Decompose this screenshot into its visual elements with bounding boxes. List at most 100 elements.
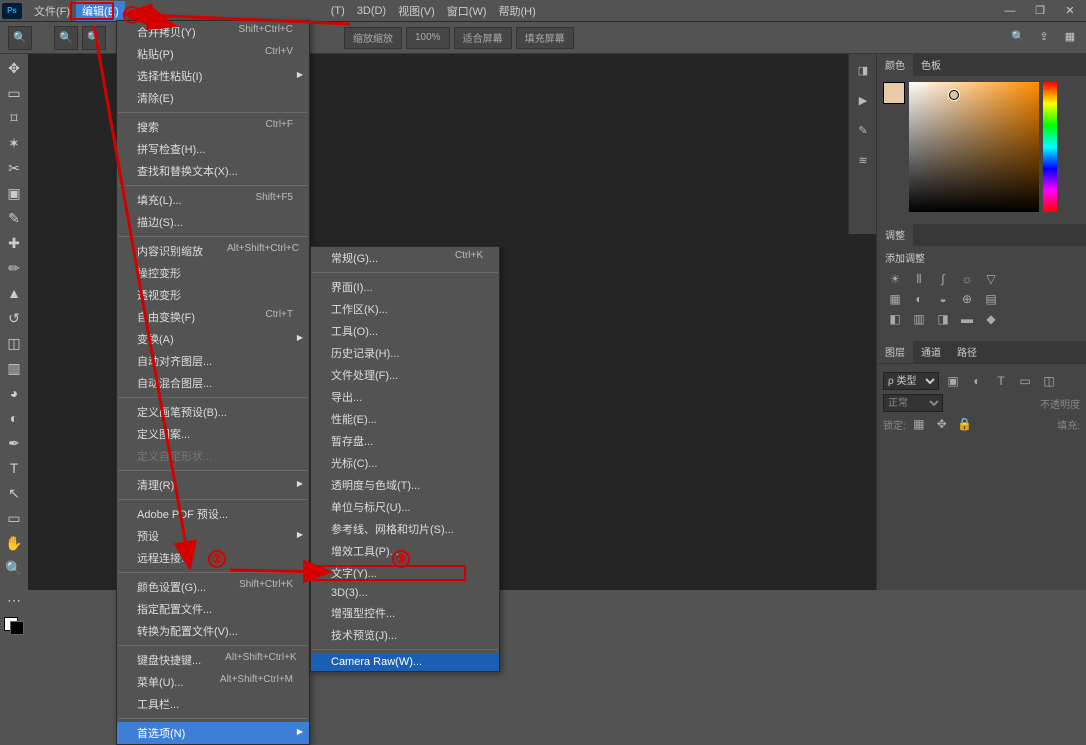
submenu-item[interactable]: 工具(O)...	[311, 320, 499, 342]
color-field[interactable]	[909, 82, 1039, 212]
posterize-icon[interactable]: ▥	[909, 311, 929, 327]
menu-item[interactable]: 拼写检查(H)...	[117, 138, 309, 160]
menu-item[interactable]: 预设	[117, 525, 309, 547]
menu-item[interactable]: 内容识别缩放Alt+Shift+Ctrl+C	[117, 240, 309, 262]
eyedropper-icon[interactable]: ✎	[2, 206, 26, 230]
submenu-item[interactable]: 性能(E)...	[311, 408, 499, 430]
zoom-tool-icon2[interactable]: 🔍	[2, 556, 26, 580]
tab-adjustments[interactable]: 调整	[877, 224, 913, 246]
menu-item[interactable]: 搜索Ctrl+F	[117, 116, 309, 138]
menu-item[interactable]: Adobe PDF 预设...	[117, 503, 309, 525]
menu-item[interactable]: 选择性粘贴(I)	[117, 65, 309, 87]
invert-icon[interactable]: ◧	[885, 311, 905, 327]
menu-view[interactable]: 视图(V)	[392, 1, 441, 21]
pen-tool-icon[interactable]: ✒	[2, 431, 26, 455]
menu-item[interactable]: 自由变换(F)Ctrl+T	[117, 306, 309, 328]
gradient-map-icon[interactable]: ▬	[957, 311, 977, 327]
brush-tool-icon[interactable]: ✏	[2, 256, 26, 280]
lock-pixels-icon[interactable]: ▦	[909, 416, 929, 432]
crop-tool-icon[interactable]: ✂	[2, 156, 26, 180]
menu-3d[interactable]: 3D(D)	[351, 3, 392, 19]
menu-item[interactable]: 查找和替换文本(X)...	[117, 160, 309, 182]
menu-item[interactable]: 首选项(N)	[117, 722, 309, 744]
menu-item[interactable]: 填充(L)...Shift+F5	[117, 189, 309, 211]
dodge-tool-icon[interactable]: ◐	[2, 406, 26, 430]
color-swatches[interactable]	[2, 613, 26, 641]
menu-item[interactable]: 键盘快捷键...Alt+Shift+Ctrl+K	[117, 649, 309, 671]
bw-icon[interactable]: ◐	[909, 291, 929, 307]
menu-item[interactable]: 透视变形	[117, 284, 309, 306]
edit-toolbar-icon[interactable]: ⋯	[2, 588, 26, 612]
menu-edit[interactable]: 编辑(E)	[76, 1, 125, 21]
path-tool-icon[interactable]: ↖	[2, 481, 26, 505]
menu-item[interactable]: 颜色设置(G)...Shift+Ctrl+K	[117, 576, 309, 598]
wand-tool-icon[interactable]: ✶	[2, 131, 26, 155]
zoom-in-icon[interactable]: 🔍	[54, 26, 78, 50]
heal-tool-icon[interactable]: ✚	[2, 231, 26, 255]
submenu-item[interactable]: 增效工具(P)...	[311, 540, 499, 562]
menu-type[interactable]: (T)	[325, 3, 351, 19]
menu-item[interactable]: 指定配置文件...	[117, 598, 309, 620]
tab-color[interactable]: 颜色	[877, 54, 913, 76]
threshold-icon[interactable]: ◨	[933, 311, 953, 327]
zoom-out-icon[interactable]: 🔍	[82, 26, 106, 50]
opt-fill[interactable]: 填充屏幕	[516, 27, 574, 49]
tab-layers[interactable]: 图层	[877, 341, 913, 363]
menu-item[interactable]: 清理(R)	[117, 474, 309, 496]
zoom-tool-icon[interactable]: 🔍	[8, 26, 32, 50]
tab-channels[interactable]: 通道	[913, 341, 949, 363]
shape-tool-icon[interactable]: ▭	[2, 506, 26, 530]
submenu-item[interactable]: 单位与标尺(U)...	[311, 496, 499, 518]
submenu-item[interactable]: Camera Raw(W)...	[311, 653, 499, 671]
selective-color-icon[interactable]: ◆	[981, 311, 1001, 327]
filter-shape-icon[interactable]: ▭	[1015, 373, 1035, 389]
close-icon[interactable]: ✕	[1056, 2, 1084, 20]
lock-all-icon[interactable]: 🔒	[955, 416, 975, 432]
lookup-icon[interactable]: ▤	[981, 291, 1001, 307]
minimize-icon[interactable]: —	[996, 2, 1024, 20]
gradient-tool-icon[interactable]: ▥	[2, 356, 26, 380]
tab-swatches[interactable]: 色板	[913, 54, 949, 76]
menu-item[interactable]: 转换为配置文件(V)...	[117, 620, 309, 642]
menu-file[interactable]: 文件(F)	[28, 1, 76, 21]
vibrance-icon[interactable]: ▽	[981, 271, 1001, 287]
submenu-item[interactable]: 3D(3)...	[311, 584, 499, 602]
submenu-item[interactable]: 常规(G)...Ctrl+K	[311, 247, 499, 269]
workspace-icon[interactable]: ▦	[1058, 24, 1082, 48]
foreground-swatch[interactable]	[883, 82, 905, 104]
history-panel-icon[interactable]: ◨	[851, 58, 875, 82]
menu-item[interactable]: 清除(E)	[117, 87, 309, 109]
submenu-item[interactable]: 界面(I)...	[311, 276, 499, 298]
hue-icon[interactable]: ▦	[885, 291, 905, 307]
menu-item[interactable]: 变换(A)	[117, 328, 309, 350]
blur-tool-icon[interactable]: ◕	[2, 381, 26, 405]
submenu-item[interactable]: 增强型控件...	[311, 602, 499, 624]
curves-icon[interactable]: ∫	[933, 271, 953, 287]
menu-item[interactable]: 操控变形	[117, 262, 309, 284]
menu-item[interactable]: 自动对齐图层...	[117, 350, 309, 372]
menu-window[interactable]: 窗口(W)	[441, 1, 493, 21]
play-icon[interactable]: ▶	[851, 88, 875, 112]
menu-item[interactable]: 定义图案...	[117, 423, 309, 445]
hand-tool-icon[interactable]: ✋	[2, 531, 26, 555]
menu-item[interactable]: 菜单(U)...Alt+Shift+Ctrl+M	[117, 671, 309, 693]
menu-item[interactable]: 定义画笔预设(B)...	[117, 401, 309, 423]
filter-smart-icon[interactable]: ◫	[1039, 373, 1059, 389]
submenu-item[interactable]: 技术预览(J)...	[311, 624, 499, 646]
opt-fit[interactable]: 适合屏幕	[454, 27, 512, 49]
share-icon[interactable]: ⇪	[1032, 24, 1056, 48]
brush-panel-icon[interactable]: ✎	[851, 118, 875, 142]
hue-slider[interactable]	[1043, 82, 1057, 212]
marquee-tool-icon[interactable]: ▭	[2, 81, 26, 105]
menu-item[interactable]: 合并拷贝(Y)Shift+Ctrl+C	[117, 21, 309, 43]
color-picker[interactable]	[883, 82, 1080, 212]
filter-type-icon[interactable]: T	[991, 373, 1011, 389]
search-icon[interactable]: 🔍	[1006, 24, 1030, 48]
submenu-item[interactable]: 导出...	[311, 386, 499, 408]
layer-filter-type[interactable]: ρ 类型	[883, 372, 939, 390]
menu-item[interactable]: 自动混合图层...	[117, 372, 309, 394]
stamp-tool-icon[interactable]: ▲	[2, 281, 26, 305]
type-tool-icon[interactable]: T	[2, 456, 26, 480]
submenu-item[interactable]: 工作区(K)...	[311, 298, 499, 320]
lasso-tool-icon[interactable]: ⌑	[2, 106, 26, 130]
